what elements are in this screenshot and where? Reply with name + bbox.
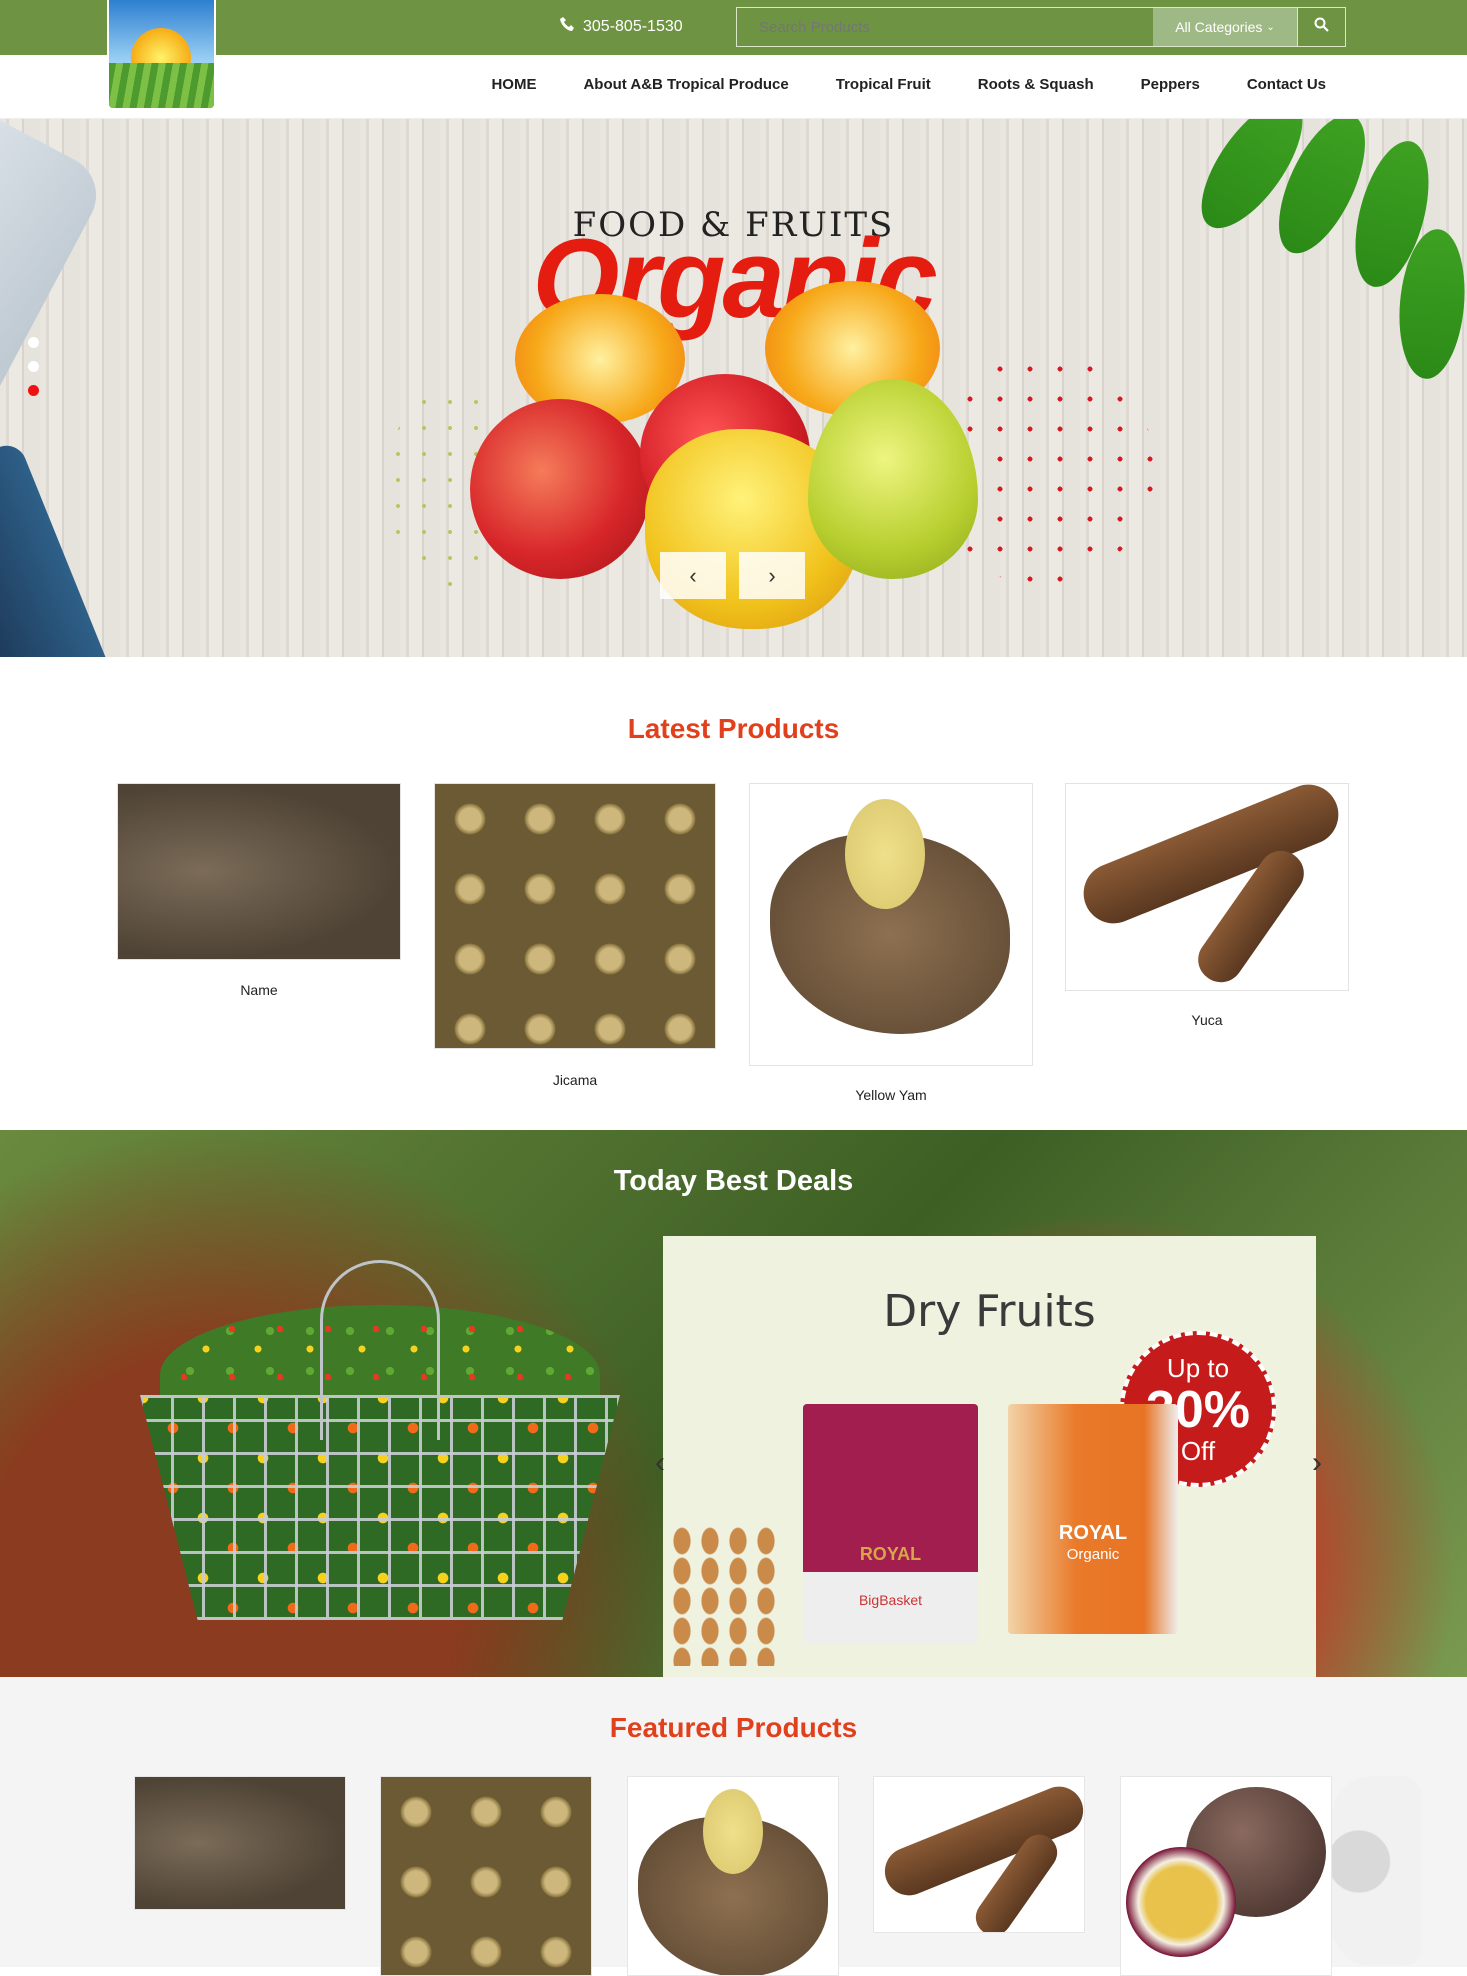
nav-item-contact[interactable]: Contact Us: [1247, 76, 1326, 93]
product-card[interactable]: Yuca: [1065, 783, 1349, 1028]
yam-cut: [845, 799, 925, 909]
product-pack-2: ROYAL Organic: [1008, 1404, 1178, 1634]
nav-item-peppers[interactable]: Peppers: [1141, 76, 1200, 93]
basket-handle: [320, 1260, 440, 1440]
top-bar: 305-805-1530 All Categories ⌄: [0, 0, 1467, 55]
phone-number: 305-805-1530: [583, 17, 683, 35]
chevron-down-icon: ⌄: [1266, 21, 1275, 33]
featured-product-image[interactable]: [380, 1776, 592, 1976]
product-pack-1: ROYAL BigBasket: [803, 1404, 978, 1644]
featured-product-image[interactable]: [873, 1776, 1085, 1933]
almonds-image: [668, 1526, 778, 1666]
chevron-left-icon: ‹: [689, 562, 697, 588]
featured-products-section: Featured Products: [0, 1677, 1467, 1976]
slider-next-button[interactable]: ›: [739, 552, 805, 599]
product-card[interactable]: Jicama: [434, 783, 716, 1088]
search-bar: All Categories ⌄: [736, 7, 1346, 47]
best-deals-title: Today Best Deals: [613, 1165, 854, 1197]
category-select[interactable]: All Categories ⌄: [1153, 8, 1297, 46]
chevron-left-icon: ‹: [655, 1446, 665, 1479]
pack-brand: ROYAL: [1058, 1522, 1128, 1544]
pack-sub: Organic: [1066, 1546, 1120, 1563]
latest-products-title: Latest Products: [627, 713, 840, 744]
best-deals-section: Today Best Deals Dry Fruits Up to 30% Of…: [0, 1130, 1467, 1677]
badge-line1: Up to: [1166, 1353, 1230, 1383]
yuca-shape: [1074, 784, 1348, 933]
promo-title: Dry Fruits: [883, 1286, 1096, 1337]
featured-product-image[interactable]: [627, 1776, 839, 1976]
promo-banner[interactable]: Dry Fruits Up to 30% Off ROYAL BigBasket…: [655, 1236, 1322, 1677]
pack-brand: ROYAL: [859, 1544, 922, 1564]
featured-products-title: Featured Products: [609, 1712, 858, 1743]
product-image-name[interactable]: [117, 783, 401, 960]
chevron-right-icon: ›: [768, 562, 776, 588]
nav-item-home[interactable]: HOME: [491, 76, 536, 93]
search-input[interactable]: [737, 8, 1153, 46]
product-card[interactable]: Yellow Yam: [749, 783, 1033, 1103]
product-image-yellow-yam[interactable]: [749, 783, 1033, 1066]
knife-handle-image: [0, 439, 116, 657]
site-logo[interactable]: [107, 0, 216, 110]
nav-item-about[interactable]: About A&B Tropical Produce: [583, 76, 788, 93]
category-label: All Categories: [1175, 19, 1263, 35]
slider-dots: [28, 337, 39, 396]
passion-fruit-cut: [1126, 1847, 1236, 1957]
nav-item-tropical-fruit[interactable]: Tropical Fruit: [836, 76, 931, 93]
chevron-right-icon: ›: [1312, 1446, 1322, 1479]
product-name[interactable]: Name: [117, 982, 401, 998]
phone-contact[interactable]: 305-805-1530: [560, 16, 683, 37]
product-name[interactable]: Yuca: [1065, 1012, 1349, 1028]
yam-cut: [703, 1789, 763, 1874]
slider-prev-button[interactable]: ‹: [660, 552, 726, 599]
search-button[interactable]: [1297, 8, 1345, 46]
slider-dot[interactable]: [28, 361, 39, 372]
slider-dot-active[interactable]: [28, 385, 39, 396]
apple-image: [470, 399, 650, 579]
vegetable-basket-image: [140, 1260, 620, 1625]
product-card[interactable]: Name: [117, 783, 401, 998]
hero-slider: FOOD & FRUITS Organic ‹ ›: [0, 119, 1467, 657]
search-icon: [1314, 17, 1329, 37]
featured-product-image[interactable]: [1120, 1776, 1332, 1976]
nav-item-roots-squash[interactable]: Roots & Squash: [978, 76, 1094, 93]
slider-controls: ‹ ›: [660, 552, 805, 599]
product-image-jicama[interactable]: [434, 783, 716, 1049]
logo-field: [109, 62, 214, 108]
product-image-yuca[interactable]: [1065, 783, 1349, 991]
featured-product-image[interactable]: [134, 1776, 346, 1910]
promo-next-button[interactable]: ›: [1312, 1446, 1322, 1480]
product-name[interactable]: Jicama: [434, 1072, 716, 1088]
appliance-image: [1332, 1776, 1422, 1966]
product-name[interactable]: Yellow Yam: [749, 1087, 1033, 1103]
pack-store: BigBasket: [858, 1592, 923, 1608]
main-navigation: HOME About A&B Tropical Produce Tropical…: [0, 55, 1467, 119]
promo-prev-button[interactable]: ‹: [655, 1446, 665, 1480]
phone-icon: [560, 16, 576, 37]
hero-title: Organic: [532, 216, 937, 341]
